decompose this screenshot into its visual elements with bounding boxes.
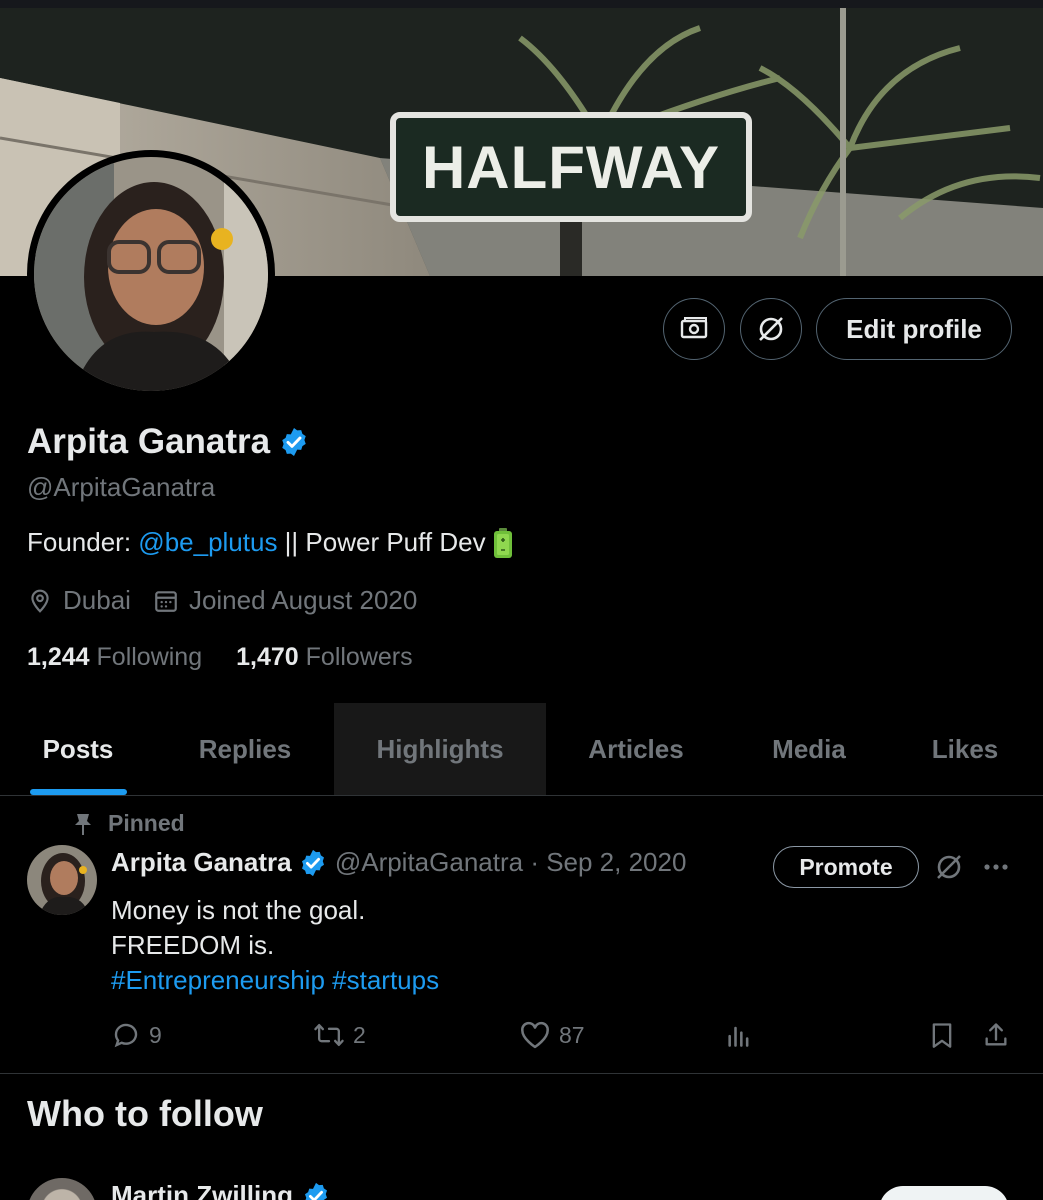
tweet-author-name[interactable]: Arpita Ganatra [111,847,292,878]
like-count: 87 [559,1021,585,1048]
repost-button[interactable]: 2 [313,1013,366,1057]
tweet-more-button[interactable] [980,851,1012,888]
heart-icon [521,1021,549,1049]
tweet-text: Money is not the goal. FREEDOM is. #Entr… [111,893,439,998]
followers-link[interactable]: 1,470 Followers [236,643,413,672]
verified-badge-icon [301,849,324,876]
tab-replies[interactable]: Replies [156,703,334,795]
follow-button[interactable] [879,1186,1009,1200]
bio-suffix: || Power Puff Dev [277,527,493,557]
profile-display-name: Arpita Ganatra [27,422,271,461]
pinned-text: Pinned [108,810,185,836]
profile-counts: 1,244 Following 1,470 Followers [27,643,447,672]
promote-button[interactable]: Promote [773,846,919,888]
profile-avatar[interactable] [27,150,275,398]
money-icon [680,317,708,339]
tweet-line-2: FREEDOM is. [111,930,275,960]
tweet-grok-button[interactable] [933,851,965,888]
verified-badge-icon[interactable] [278,426,310,458]
tabs-divider [0,795,1043,796]
sign-text: HALFWAY [421,133,721,201]
location-text: Dubai [63,585,131,615]
more-horizontal-icon [984,864,1008,870]
tab-posts[interactable]: Posts [0,703,156,795]
bio-prefix: Founder: [27,527,139,557]
share-button[interactable] [982,1013,1010,1057]
window-top-strip [0,0,1043,8]
following-link[interactable]: 1,244 Following [27,643,202,672]
verified-badge-icon [305,1182,327,1200]
tweet-author-avatar[interactable] [27,845,97,915]
follow-suggestion[interactable]: Martin Zwilling [27,1176,1027,1200]
share-icon [985,1023,1007,1046]
repost-count: 2 [353,1021,366,1048]
like-button[interactable]: 87 [519,1013,585,1057]
tab-likes[interactable]: Likes [892,703,1038,795]
profile-tabs: Posts Replies Highlights Articles Media … [0,703,1043,795]
reply-button[interactable]: 9 [111,1013,162,1057]
views-button[interactable] [725,1013,753,1057]
reply-icon [114,1023,138,1048]
reply-count: 9 [149,1021,162,1048]
profile-meta: Dubai Joined August 2020 [27,585,439,616]
suggestion-name[interactable]: Martin Zwilling [111,1180,293,1200]
subscriptions-button[interactable] [663,298,725,360]
suggestion-name-row: Martin Zwilling [111,1180,331,1200]
followers-count: 1,470 [236,643,299,671]
profile-bio: Founder: @be_plutus || Power Puff Dev [27,527,513,558]
grok-icon [759,317,783,341]
battery-emoji-icon [493,527,512,558]
bio-mention-link[interactable]: @be_plutus [138,527,277,558]
bookmark-icon [932,1023,952,1048]
section-divider [0,1073,1043,1074]
calendar-icon [155,590,177,612]
pin-icon [75,813,91,835]
suggestion-avatar[interactable] [27,1178,97,1200]
bookmark-button[interactable] [928,1013,956,1057]
hashtag-link[interactable]: #Entrepreneurship [111,965,325,995]
pinned-label: Pinned [72,810,185,837]
tweet-header: Arpita Ganatra @ArpitaGanatra · Sep 2, 2… [111,847,686,878]
grok-profile-summary-button[interactable] [740,298,802,360]
profile-join-date: Joined August 2020 [153,585,417,616]
tab-highlights[interactable]: Highlights [334,703,546,795]
halfway-sign: HALFWAY [390,112,752,222]
grok-icon [937,855,961,879]
edit-profile-button[interactable]: Edit profile [816,298,1012,360]
tab-articles[interactable]: Articles [546,703,726,795]
analytics-icon [728,1026,749,1047]
tab-media[interactable]: Media [726,703,892,795]
followers-label: Followers [305,643,413,671]
join-date-text: Joined August 2020 [188,585,418,615]
tweet-line-1: Money is not the goal. [111,895,366,925]
tweet-actions: 9 2 87 [0,1013,1043,1057]
repost-icon [314,1023,344,1047]
tweet-handle-date[interactable]: @ArpitaGanatra · Sep 2, 2020 [328,847,687,878]
location-pin-icon [31,589,49,613]
avatar-photo [34,157,268,391]
hashtag-link[interactable]: #startups [332,965,439,995]
profile-handle: @ArpitaGanatra [27,472,216,502]
tweet-avatar-photo [27,845,97,915]
following-label: Following [96,643,203,671]
profile-location: Dubai [27,585,131,616]
following-count: 1,244 [27,643,90,671]
profile-name-row: Arpita Ganatra [27,422,310,462]
who-to-follow-title: Who to follow [27,1093,263,1134]
